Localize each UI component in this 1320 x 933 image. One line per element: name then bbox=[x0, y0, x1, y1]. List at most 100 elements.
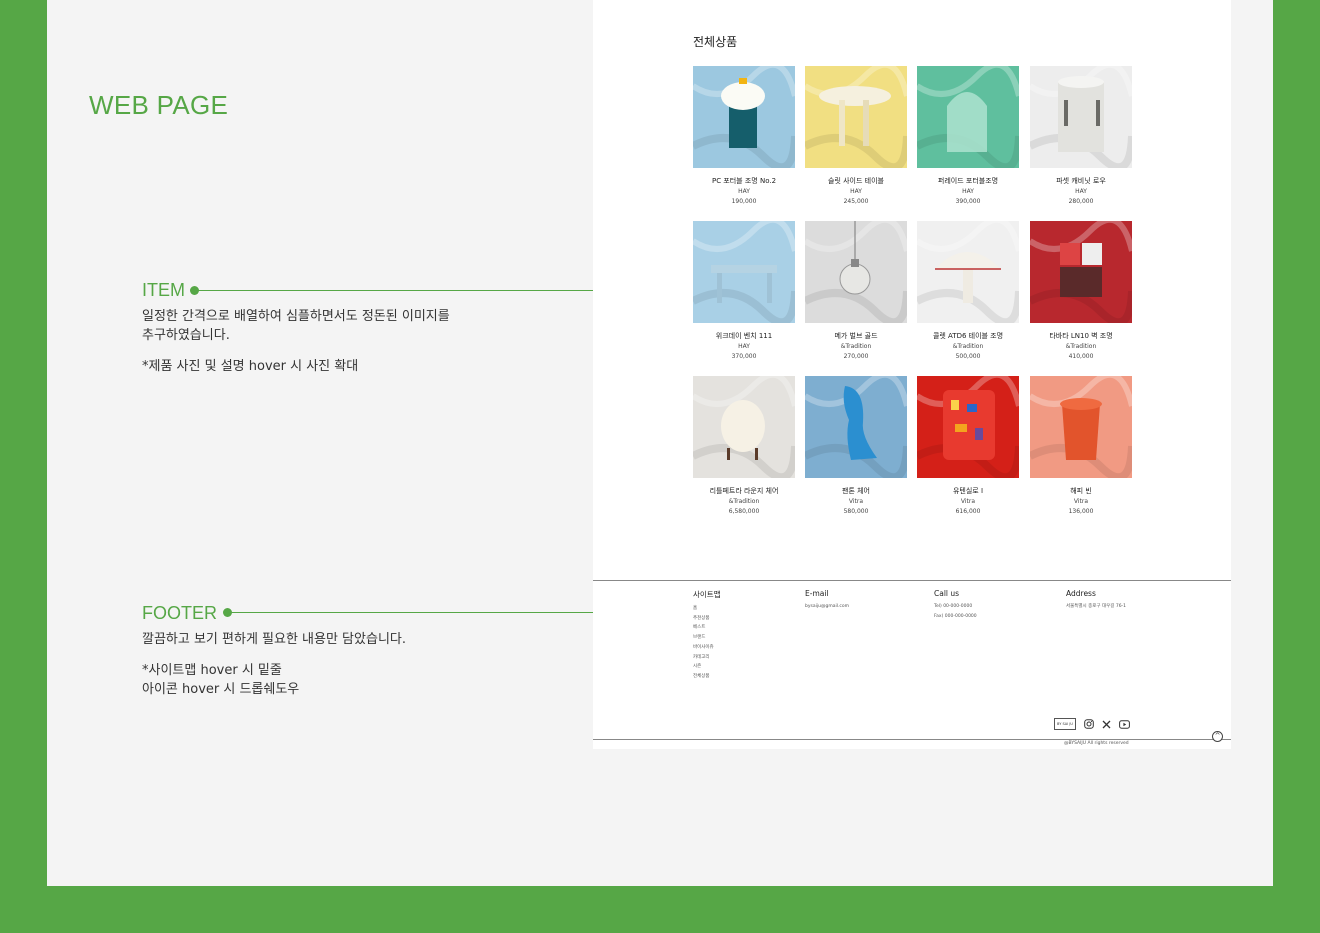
sitemap-link-brand[interactable]: 브랜드 bbox=[693, 633, 721, 643]
product-image[interactable] bbox=[693, 221, 795, 323]
product-card[interactable]: 리틀페트라 라운지 체어 &Tradition 6,580,000 bbox=[693, 376, 795, 517]
product-brand: &Tradition bbox=[728, 498, 760, 505]
product-brand: Vitra bbox=[960, 498, 976, 505]
product-brand: HAY bbox=[738, 188, 750, 195]
product-brand: &Tradition bbox=[1065, 343, 1097, 350]
product-price: 270,000 bbox=[843, 353, 869, 360]
sitemap-title: 사이트맵 bbox=[693, 590, 721, 599]
product-brand: &Tradition bbox=[952, 343, 984, 350]
product-image[interactable] bbox=[1030, 66, 1132, 168]
sitemap-link-category[interactable]: 카테고리 bbox=[693, 653, 721, 663]
address-value: 서울특별시 종로구 대우길 76-1 bbox=[1066, 604, 1127, 609]
product-name[interactable]: PC 포터블 조명 No.2 bbox=[693, 176, 795, 187]
product-brand: Vitra bbox=[1073, 498, 1089, 505]
product-price: 616,000 bbox=[955, 508, 981, 515]
product-card[interactable]: 해피 빈 Vitra 136,000 bbox=[1030, 376, 1132, 517]
product-brand: HAY bbox=[850, 188, 862, 195]
product-price: 245,000 bbox=[843, 198, 869, 205]
sitemap-link-season[interactable]: 시즌 bbox=[693, 662, 721, 672]
web-page-heading: WEB PAGE bbox=[89, 90, 229, 120]
product-image[interactable] bbox=[1030, 376, 1132, 478]
product-name[interactable]: 타바타 LN10 벽 조명 bbox=[1030, 331, 1132, 342]
chevron-up-icon: ^ bbox=[1214, 732, 1221, 740]
address-title: Address bbox=[1066, 589, 1096, 598]
product-name[interactable]: 파셋 캐비닛 로우 bbox=[1030, 176, 1132, 187]
product-price: 500,000 bbox=[955, 353, 981, 360]
item-section-label: ITEM bbox=[142, 280, 185, 300]
item-description: 일정한 간격으로 배열하여 심플하면서도 정돈된 이미지를 추구하였습니다. bbox=[142, 309, 450, 343]
sitemap-link-all[interactable]: 전체상품 bbox=[693, 672, 721, 682]
email-title: E-mail bbox=[805, 589, 829, 598]
sns-icons: BY SAI JU bbox=[1054, 718, 1130, 730]
brand-logo[interactable]: BY SAI JU bbox=[1054, 718, 1076, 730]
sitemap-link-recommended[interactable]: 추천상품 bbox=[693, 614, 721, 624]
product-price: 370,000 bbox=[731, 353, 757, 360]
product-name[interactable]: 퍼레이드 포터블조명 bbox=[917, 176, 1019, 187]
sitemap-link-best[interactable]: 베스트 bbox=[693, 623, 721, 633]
presentation-panel: WEB PAGE ITEM 일정한 간격으로 배열하여 심플하면서도 정돈된 이… bbox=[47, 0, 1273, 886]
instagram-icon[interactable] bbox=[1084, 719, 1094, 729]
youtube-icon[interactable] bbox=[1119, 719, 1130, 729]
product-price: 410,000 bbox=[1068, 353, 1094, 360]
sitemap-link-bysaiju[interactable]: 바이사이쥬 bbox=[693, 643, 721, 653]
product-price: 6,580,000 bbox=[728, 508, 760, 515]
product-image[interactable] bbox=[917, 221, 1019, 323]
item-note: *제품 사진 및 설명 hover 시 사진 확대 bbox=[142, 359, 359, 374]
product-card[interactable]: 퍼레이드 포터블조명 HAY 390,000 bbox=[917, 66, 1019, 207]
product-image[interactable] bbox=[805, 376, 907, 478]
website-screenshot: 전체상품 PC 포터블 조명 No.2 HAY 190,000 슬릿 사이드 테이블 H… bbox=[593, 0, 1231, 749]
footer-bottom-line bbox=[593, 739, 1231, 740]
call-title: Call us bbox=[934, 589, 960, 598]
product-card[interactable]: 위크데이 벤치 111 HAY 370,000 bbox=[693, 221, 795, 362]
product-image[interactable] bbox=[693, 376, 795, 478]
product-name[interactable]: 슬릿 사이드 테이블 bbox=[805, 176, 907, 187]
product-card[interactable]: 유텐실로 I Vitra 616,000 bbox=[917, 376, 1019, 517]
footer-note: *사이트맵 hover 시 밑줄 아이콘 hover 시 드롭쉐도우 bbox=[142, 663, 300, 697]
product-name[interactable]: 콜렛 ATD6 테이블 조명 bbox=[917, 331, 1019, 342]
product-name[interactable]: 메가 벌브 골드 bbox=[805, 331, 907, 342]
scroll-top-button[interactable]: ^ bbox=[1212, 731, 1223, 742]
copyright: @BYSAIJU All rights reserved bbox=[1064, 741, 1129, 746]
product-name[interactable]: 해피 빈 bbox=[1030, 486, 1132, 497]
product-image[interactable] bbox=[693, 66, 795, 168]
footer-section-label: FOOTER bbox=[142, 603, 217, 623]
product-card[interactable]: 콜렛 ATD6 테이블 조명 &Tradition 500,000 bbox=[917, 221, 1019, 362]
email-value: bysaiju@gmail.com bbox=[805, 604, 850, 609]
product-card[interactable]: 파셋 캐비닛 로우 HAY 280,000 bbox=[1030, 66, 1132, 207]
product-brand: HAY bbox=[1075, 188, 1087, 195]
footer-description: 깔끔하고 보기 편하게 필요한 내용만 담았습니다. bbox=[142, 632, 406, 647]
product-brand: &Tradition bbox=[840, 343, 872, 350]
product-card[interactable]: 타바타 LN10 벽 조명 &Tradition 410,000 bbox=[1030, 221, 1132, 362]
x-icon[interactable] bbox=[1102, 720, 1111, 729]
product-price: 390,000 bbox=[955, 198, 981, 205]
product-card[interactable]: 메가 벌브 골드 &Tradition 270,000 bbox=[805, 221, 907, 362]
address-column: Address 서울특별시 종로구 대우길 76-1 bbox=[1066, 589, 1126, 612]
product-card[interactable]: PC 포터블 조명 No.2 HAY 190,000 bbox=[693, 66, 795, 207]
item-connector-line bbox=[197, 290, 593, 291]
product-brand: HAY bbox=[962, 188, 974, 195]
product-price: 580,000 bbox=[843, 508, 869, 515]
product-price: 190,000 bbox=[731, 198, 757, 205]
product-brand: HAY bbox=[738, 343, 750, 350]
product-card[interactable]: 슬릿 사이드 테이블 HAY 245,000 bbox=[805, 66, 907, 207]
product-brand: Vitra bbox=[848, 498, 864, 505]
product-name[interactable]: 리틀페트라 라운지 체어 bbox=[693, 486, 795, 497]
fax-value: Fax) 000-000-0000 bbox=[934, 613, 977, 619]
call-column: Call us Tel) 00-000-0000 Fax) 000-000-00… bbox=[934, 589, 977, 621]
product-name[interactable]: 팬톤 체어 bbox=[805, 486, 907, 497]
product-name[interactable]: 위크데이 벤치 111 bbox=[693, 331, 795, 342]
product-image[interactable] bbox=[805, 221, 907, 323]
product-image[interactable] bbox=[917, 66, 1019, 168]
product-price: 136,000 bbox=[1068, 508, 1094, 515]
sitemap-link-home[interactable]: 홈 bbox=[693, 604, 721, 614]
footer-connector-line bbox=[230, 612, 593, 613]
product-image[interactable] bbox=[917, 376, 1019, 478]
product-card[interactable]: 팬톤 체어 Vitra 580,000 bbox=[805, 376, 907, 517]
email-column: E-mail bysaiju@gmail.com bbox=[805, 589, 849, 612]
product-name[interactable]: 유텐실로 I bbox=[917, 486, 1019, 497]
product-image[interactable] bbox=[805, 66, 907, 168]
page-title: 전체상품 bbox=[693, 35, 738, 49]
footer-divider bbox=[593, 580, 1231, 581]
product-image[interactable] bbox=[1030, 221, 1132, 323]
product-price: 280,000 bbox=[1068, 198, 1094, 205]
